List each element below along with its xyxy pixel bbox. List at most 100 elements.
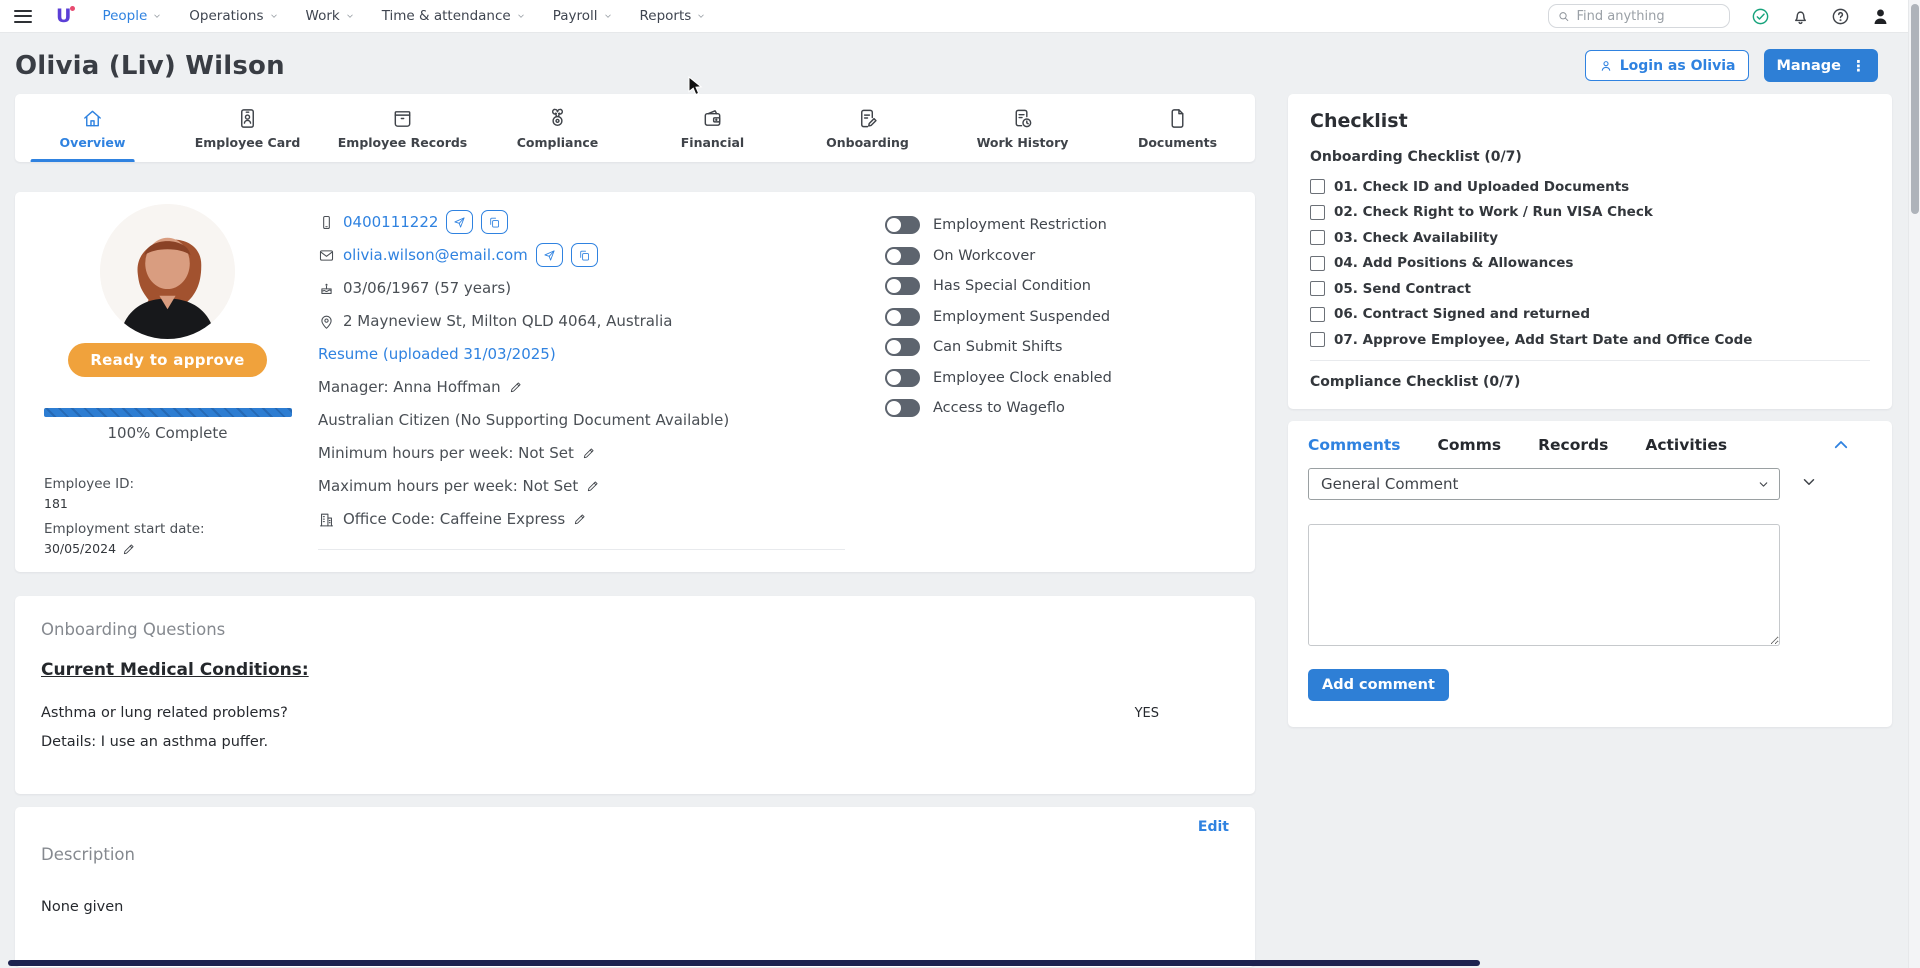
search-icon — [1558, 10, 1570, 23]
tab-activities[interactable]: Activities — [1645, 436, 1727, 454]
tab-documents[interactable]: Documents — [1100, 94, 1255, 162]
checklist-checkbox[interactable] — [1310, 179, 1325, 194]
chevron-down-icon — [269, 11, 279, 21]
nav-menu-people[interactable]: People — [102, 8, 162, 24]
checklist-card: Checklist Onboarding Checklist (0/7) 01.… — [1288, 94, 1892, 409]
checklist-checkbox[interactable] — [1310, 205, 1325, 220]
nav-menu-payroll[interactable]: Payroll — [553, 8, 613, 24]
min-hours-value: Minimum hours per week: Not Set — [318, 444, 574, 462]
phone-icon — [318, 214, 335, 231]
citizenship-value: Australian Citizen (No Supporting Docume… — [318, 411, 729, 429]
manage-label: Manage — [1776, 58, 1841, 74]
edit-max-hours-icon[interactable] — [586, 479, 600, 493]
toggle-switch[interactable] — [885, 247, 920, 265]
toggle-has-special-condition[interactable]: Has Special Condition — [885, 275, 1112, 297]
add-comment-button[interactable]: Add comment — [1308, 669, 1449, 701]
checklist-item: 03. Check Availability — [1310, 225, 1870, 251]
send-email-button[interactable] — [536, 243, 563, 267]
onboarding-questions-card: Onboarding Questions Current Medical Con… — [15, 596, 1255, 794]
collapse-panel-icon[interactable] — [1832, 436, 1850, 454]
toggle-label: Access to Wageflo — [933, 400, 1065, 416]
toggle-switch[interactable] — [885, 277, 920, 295]
tab-employee-card[interactable]: Employee Card — [170, 94, 325, 162]
vertical-scrollbar[interactable] — [1908, 0, 1920, 968]
copy-email-button[interactable] — [571, 243, 598, 267]
email-link[interactable]: olivia.wilson@email.com — [343, 246, 528, 264]
paper-plane-icon — [453, 216, 466, 229]
hamburger-menu-icon[interactable] — [14, 10, 32, 23]
toggle-switch[interactable] — [885, 216, 920, 234]
checklist-checkbox[interactable] — [1310, 230, 1325, 245]
send-sms-button[interactable] — [446, 210, 473, 234]
resume-link[interactable]: Resume (uploaded 31/03/2025) — [318, 345, 556, 363]
comment-type-select[interactable]: General Comment — [1308, 468, 1780, 500]
kebab-menu-icon[interactable]: ⋮ — [1851, 57, 1866, 75]
edit-manager-icon[interactable] — [509, 380, 523, 394]
checklist-checkbox[interactable] — [1310, 307, 1325, 322]
toggle-label: Employee Clock enabled — [933, 370, 1112, 386]
toggle-on-workcover[interactable]: On Workcover — [885, 245, 1112, 267]
login-as-button[interactable]: Login as Olivia — [1585, 50, 1750, 81]
edit-office-code-icon[interactable] — [573, 512, 587, 526]
tab-overview[interactable]: Overview — [15, 94, 170, 162]
toggle-switch[interactable] — [885, 338, 920, 356]
medical-conditions-heading: Current Medical Conditions: — [41, 660, 1229, 680]
nav-menu-reports[interactable]: Reports — [640, 8, 707, 24]
horizontal-scrollbar-thumb[interactable] — [8, 960, 1480, 966]
avatar-icon[interactable] — [1871, 7, 1890, 26]
bell-icon[interactable] — [1791, 7, 1810, 26]
toggle-access-to-wageflo[interactable]: Access to Wageflo — [885, 397, 1112, 419]
toggle-switch[interactable] — [885, 369, 920, 387]
checklist-item-label: 06. Contract Signed and returned — [1334, 306, 1590, 322]
checklist-checkbox[interactable] — [1310, 332, 1325, 347]
manage-button[interactable]: Manage ⋮ — [1764, 49, 1878, 82]
toggle-employee-clock-enabled[interactable]: Employee Clock enabled — [885, 367, 1112, 389]
edit-min-hours-icon[interactable] — [582, 446, 596, 460]
check-circle-icon[interactable] — [1751, 7, 1770, 26]
onboarding-checklist-title: Onboarding Checklist (0/7) — [1310, 149, 1870, 165]
edit-description-link[interactable]: Edit — [1198, 819, 1229, 835]
checklist-item-label: 03. Check Availability — [1334, 230, 1498, 246]
tab-comments[interactable]: Comments — [1308, 436, 1401, 454]
map-pin-icon — [318, 313, 335, 330]
toggle-can-submit-shifts[interactable]: Can Submit Shifts — [885, 336, 1112, 358]
nav-menu-time-attendance[interactable]: Time & attendance — [382, 8, 526, 24]
chevron-down-icon — [152, 11, 162, 21]
toggle-switch[interactable] — [885, 399, 920, 417]
chevron-down-icon — [696, 11, 706, 21]
status-badge: Ready to approve — [68, 343, 266, 377]
tab-financial[interactable]: Financial — [635, 94, 790, 162]
tab-employee-records[interactable]: Employee Records — [325, 94, 480, 162]
checklist-checkbox[interactable] — [1310, 281, 1325, 296]
dob-value: 03/06/1967 (57 years) — [343, 279, 511, 297]
tab-onboarding[interactable]: Onboarding — [790, 94, 945, 162]
vertical-scrollbar-thumb[interactable] — [1911, 4, 1919, 214]
start-date-label: Employment start date: — [44, 521, 300, 537]
comment-textarea[interactable] — [1308, 524, 1780, 646]
tab-records[interactable]: Records — [1538, 436, 1608, 454]
tab-label: Onboarding — [826, 135, 909, 150]
phone-link[interactable]: 0400111222 — [343, 213, 438, 231]
app-logo[interactable]: U — [56, 5, 70, 27]
nav-menu-operations[interactable]: Operations — [189, 8, 278, 24]
copy-icon — [578, 249, 591, 262]
tab-compliance[interactable]: Compliance — [480, 94, 635, 162]
toggle-label: Has Special Condition — [933, 278, 1091, 294]
tab-comms[interactable]: Comms — [1438, 436, 1502, 454]
checklist-item-label: 01. Check ID and Uploaded Documents — [1334, 179, 1629, 195]
checklist-item-label: 05. Send Contract — [1334, 281, 1471, 297]
edit-start-date-icon[interactable] — [122, 542, 136, 556]
search-input[interactable] — [1577, 9, 1720, 24]
toggle-employment-restriction[interactable]: Employment Restriction — [885, 214, 1112, 236]
tab-work-history[interactable]: Work History — [945, 94, 1100, 162]
expand-comment-options-icon[interactable] — [1800, 473, 1818, 491]
toggle-switch[interactable] — [885, 308, 920, 326]
toggle-employment-suspended[interactable]: Employment Suspended — [885, 306, 1112, 328]
nav-menu-work[interactable]: Work — [306, 8, 355, 24]
copy-phone-button[interactable] — [481, 210, 508, 234]
help-icon[interactable] — [1831, 7, 1850, 26]
checklist-checkbox[interactable] — [1310, 256, 1325, 271]
checklist-item: 01. Check ID and Uploaded Documents — [1310, 174, 1870, 200]
home-icon — [81, 107, 104, 130]
chevron-down-icon — [516, 11, 526, 21]
